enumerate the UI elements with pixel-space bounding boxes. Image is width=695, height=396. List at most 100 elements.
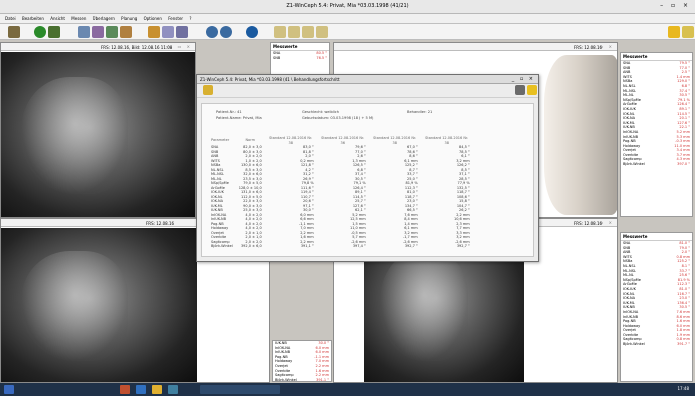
table-cell: 392,0 ± 6,0	[240, 244, 262, 248]
print-icon[interactable]	[515, 85, 525, 95]
panel-header: FRS: 12.08.16 ▭ ▭ ×	[334, 43, 617, 51]
measurements-header: Messwerte	[271, 43, 329, 51]
tool-d-icon[interactable]	[316, 26, 328, 38]
measurements-box-bottom: IUK-NB 30.0 ° InIOK-NA 6.0 mm InIUK-NB 6.0 mm…	[272, 340, 332, 382]
table-cell: 131,0 ± 6,0	[240, 190, 262, 194]
xray-icon[interactable]	[106, 26, 118, 38]
col-parameter: Parameter	[211, 138, 230, 143]
table-cell: Björk-Winkel	[211, 244, 233, 248]
col-standard-3: Standard 12.08.2016 Nr. 38	[373, 136, 417, 145]
dialog-title: Z1-WinCeph 5.4: Privat, Mia *03.03.1998 …	[200, 77, 340, 82]
start-icon[interactable]	[4, 385, 14, 394]
patient-birthdate: Geburtsdatum: 03.03.1998 (18 J + 5 M)	[302, 116, 374, 120]
patient-nr: Patient-Nr.: 41	[216, 110, 242, 114]
dialog-toolbar	[197, 84, 538, 98]
overlay-icon[interactable]	[162, 26, 174, 38]
menu-bar: Datei Bearbeiten Ansicht Messen Überlage…	[0, 14, 695, 24]
xray-image[interactable]	[1, 52, 195, 217]
xray-image[interactable]	[1, 228, 197, 382]
measurements-box-right-top: Messwerte SNA 79.5 ° SNB 77.0 ° ANB 2.5 ° WITS…	[620, 52, 693, 217]
dialog-controls[interactable]: _ ▫ ×	[512, 76, 535, 82]
plan-icon[interactable]	[176, 26, 188, 38]
help-icon[interactable]	[527, 85, 537, 95]
panel-buttons[interactable]: ▭ ▭ ×	[169, 44, 192, 49]
tool-c-icon[interactable]	[302, 26, 314, 38]
menu-messen[interactable]: Messen	[71, 16, 86, 21]
face-photo[interactable]	[544, 55, 617, 215]
help-icon[interactable]	[682, 26, 694, 38]
menu-ansicht[interactable]: Ansicht	[50, 16, 65, 21]
task-app-icon[interactable]	[120, 385, 130, 394]
window-controls[interactable]: – ▫ ×	[660, 2, 691, 9]
wincep-app: Z1-WinCeph 5.4: Privat, Mia *03.03.1998 …	[0, 0, 695, 396]
tool-a-icon[interactable]	[274, 26, 286, 38]
exit-icon[interactable]	[8, 26, 20, 38]
toolbar	[0, 24, 695, 40]
measurements-header: Messwerte	[621, 53, 692, 61]
menu-ueberlagern[interactable]: Überlagern	[93, 16, 115, 21]
measurements-header: Messwerte	[621, 233, 692, 241]
table-header: Parameter Norm Standard 12.08.2016 Nr. 3…	[208, 136, 473, 145]
measurements-box-right-bottom: Messwerte SNA 81.0 ° SNB 79.0 ° ANB 2.0 ° WITS…	[620, 232, 693, 382]
patient-people-icon[interactable]	[48, 26, 60, 38]
model-icon[interactable]	[120, 26, 132, 38]
measurement-row: SNB 76.5 °	[273, 55, 327, 60]
table-cell: 392,7 °	[404, 244, 418, 248]
panel-buttons[interactable]: ▭ ▭ ×	[591, 44, 614, 49]
col-norm: Norm	[245, 138, 255, 143]
measurement-row: Björk-Winkel 397.0 °	[621, 162, 692, 167]
panel-title: FRS: 12.08.16, Bild: 12.08.16 11:08	[101, 45, 173, 50]
menu-help[interactable]: ?	[189, 16, 191, 21]
measurement-value: 391.1 °	[316, 377, 329, 382]
panel-top-left: FRS: 12.08.16, Bild: 12.08.16 11:08 ▭ ▭ …	[0, 42, 196, 218]
dialog-report: Patient-Nr.: 41 Patient-Name: Privat, Mi…	[201, 103, 534, 257]
measurement-value: 397.0 °	[677, 162, 690, 167]
col-standard-2: Standard 12.08.2016 Nr. 36	[321, 136, 365, 145]
title-bar: Z1-WinCeph 5.4: Privat, Mia *03.03.1998 …	[0, 0, 695, 14]
zoom-out-icon[interactable]	[220, 26, 232, 38]
measurement-name: Björk-Winkel	[623, 342, 645, 347]
table-cell: 392,7 °	[456, 244, 470, 248]
dialog-title-bar: Z1-WinCeph 5.4: Privat, Mia *03.03.1998 …	[197, 75, 538, 84]
task-folder-icon[interactable]	[152, 385, 162, 394]
zoom-in-icon[interactable]	[206, 26, 218, 38]
task-wincep-icon[interactable]	[168, 385, 178, 394]
measurement-value: 391.7 °	[677, 342, 690, 347]
settings-icon[interactable]	[668, 26, 680, 38]
task-active-window[interactable]	[200, 385, 280, 394]
globe-icon[interactable]	[246, 26, 258, 38]
menu-bearbeiten[interactable]: Bearbeiten	[22, 16, 44, 21]
menu-fenster[interactable]: Fenster	[168, 16, 183, 21]
table-cell: 391,1 °	[300, 244, 314, 248]
window-title: Z1-WinCeph 5.4: Privat, Mia *03.03.1998 …	[286, 3, 409, 9]
measure-icon[interactable]	[148, 26, 160, 38]
measurement-name: Björk-Winkel	[623, 162, 645, 167]
menu-planung[interactable]: Planung	[121, 16, 137, 21]
measurements-box-top: Messwerte SNA 80.5 ° SNB 76.5 °	[270, 42, 330, 76]
col-standard-1: Standard 12.08.2016 Nr. 38	[269, 136, 313, 145]
measurement-name: Björk-Winkel	[275, 377, 297, 382]
taskbar: 17:48	[0, 383, 695, 396]
panel-title: FRS: 12.08.16	[146, 221, 175, 226]
task-browser-icon[interactable]	[136, 385, 146, 394]
table-row: Björk-Winkel 392,0 ± 6,0 391,1 ° 397,4 ° 392…	[208, 244, 473, 249]
patient-gender: Geschlecht: weiblich	[302, 110, 340, 114]
menu-optionen[interactable]: Optionen	[144, 16, 162, 21]
progress-dialog: Z1-WinCeph 5.4: Privat, Mia *03.03.1998 …	[196, 74, 539, 262]
panel-header: FRS: 12.08.16, Bild: 12.08.16 11:08 ▭ ▭ …	[1, 43, 195, 51]
table-cell: 130,0 ± 6,0	[240, 163, 262, 167]
panel-buttons[interactable]: ▭ ▭ ×	[591, 220, 614, 225]
photo-icon[interactable]	[92, 26, 104, 38]
patient-name: Patient-Name: Privat, Mia	[216, 116, 262, 120]
tools-icon[interactable]	[203, 85, 213, 95]
col-standard-4: Standard 12.08.2016 Nr. 38	[425, 136, 469, 145]
results-table: Parameter Norm Standard 12.08.2016 Nr. 3…	[208, 136, 473, 249]
clock: 17:48	[677, 386, 689, 391]
table-cell: 397,4 °	[352, 244, 366, 248]
doctor-nr: Behandler: 21	[407, 110, 433, 114]
measurement-row: Björk-Winkel 391.7 °	[621, 342, 692, 347]
patient-tree-icon[interactable]	[34, 26, 46, 38]
tool-b-icon[interactable]	[288, 26, 300, 38]
menu-datei[interactable]: Datei	[5, 16, 16, 21]
image-icon[interactable]	[78, 26, 90, 38]
